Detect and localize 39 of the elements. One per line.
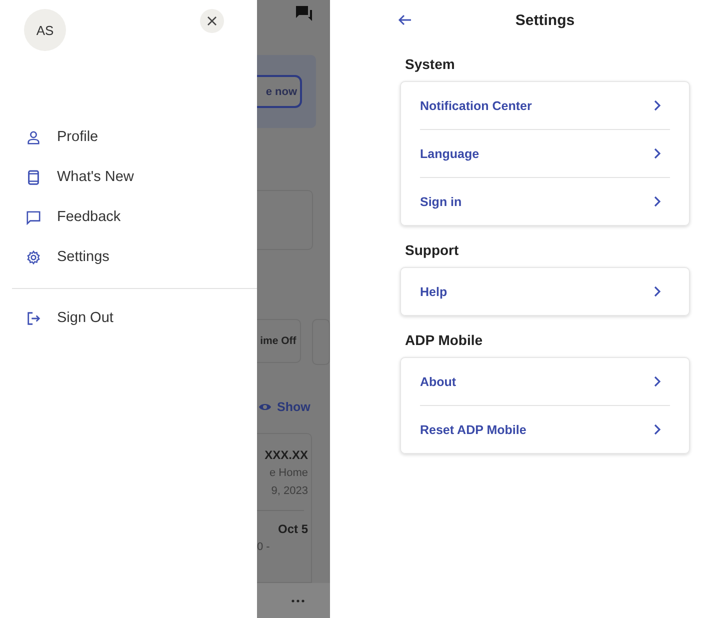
chevron-right-icon <box>654 424 661 435</box>
menu-item[interactable]: Feedback <box>0 197 257 237</box>
phone-icon <box>26 170 41 184</box>
chevron-right-icon <box>654 376 661 387</box>
back-icon[interactable] <box>398 14 412 26</box>
section-heading: ADP Mobile <box>404 331 484 350</box>
menu-item[interactable]: Profile <box>0 117 257 157</box>
pay-text: e Home <box>269 466 308 481</box>
close-button[interactable] <box>200 9 224 33</box>
list-item[interactable]: About <box>420 374 456 388</box>
pay-date: 9, 2023 <box>271 484 308 499</box>
section-heading: Support <box>404 241 460 260</box>
close-icon <box>207 16 217 26</box>
chat-icon <box>26 210 41 224</box>
time-off-button[interactable]: ime Off <box>257 319 302 363</box>
gear-icon <box>26 250 41 264</box>
list-item[interactable]: Language <box>420 146 480 160</box>
menu-item[interactable]: What's New <box>0 157 257 197</box>
list-item[interactable]: Notification Center <box>420 98 532 112</box>
chevron-right-icon <box>654 148 661 159</box>
chevron-right-icon <box>654 286 661 297</box>
chevron-right-icon <box>654 196 661 207</box>
list-item[interactable]: Help <box>420 284 448 298</box>
chat-icon[interactable] <box>296 6 312 22</box>
menu-item[interactable]: Settings <box>0 237 257 277</box>
tile-button[interactable] <box>312 319 330 365</box>
screen-title: Settings <box>515 12 575 28</box>
pay-amount: XXX.XX <box>264 447 308 464</box>
avatar[interactable]: AS <box>24 9 66 51</box>
person-icon <box>26 130 41 144</box>
chevron-right-icon <box>654 100 661 111</box>
more-icon[interactable] <box>290 598 304 602</box>
pay-text: 0 - <box>257 540 270 555</box>
pay-date: Oct 5 <box>278 521 308 538</box>
menu-item[interactable]: Sign Out <box>0 298 257 338</box>
list-item[interactable]: Reset ADP Mobile <box>420 422 526 436</box>
section-heading: System <box>404 55 456 74</box>
list-item[interactable]: Sign in <box>420 194 462 208</box>
sign-out-icon <box>26 310 41 326</box>
